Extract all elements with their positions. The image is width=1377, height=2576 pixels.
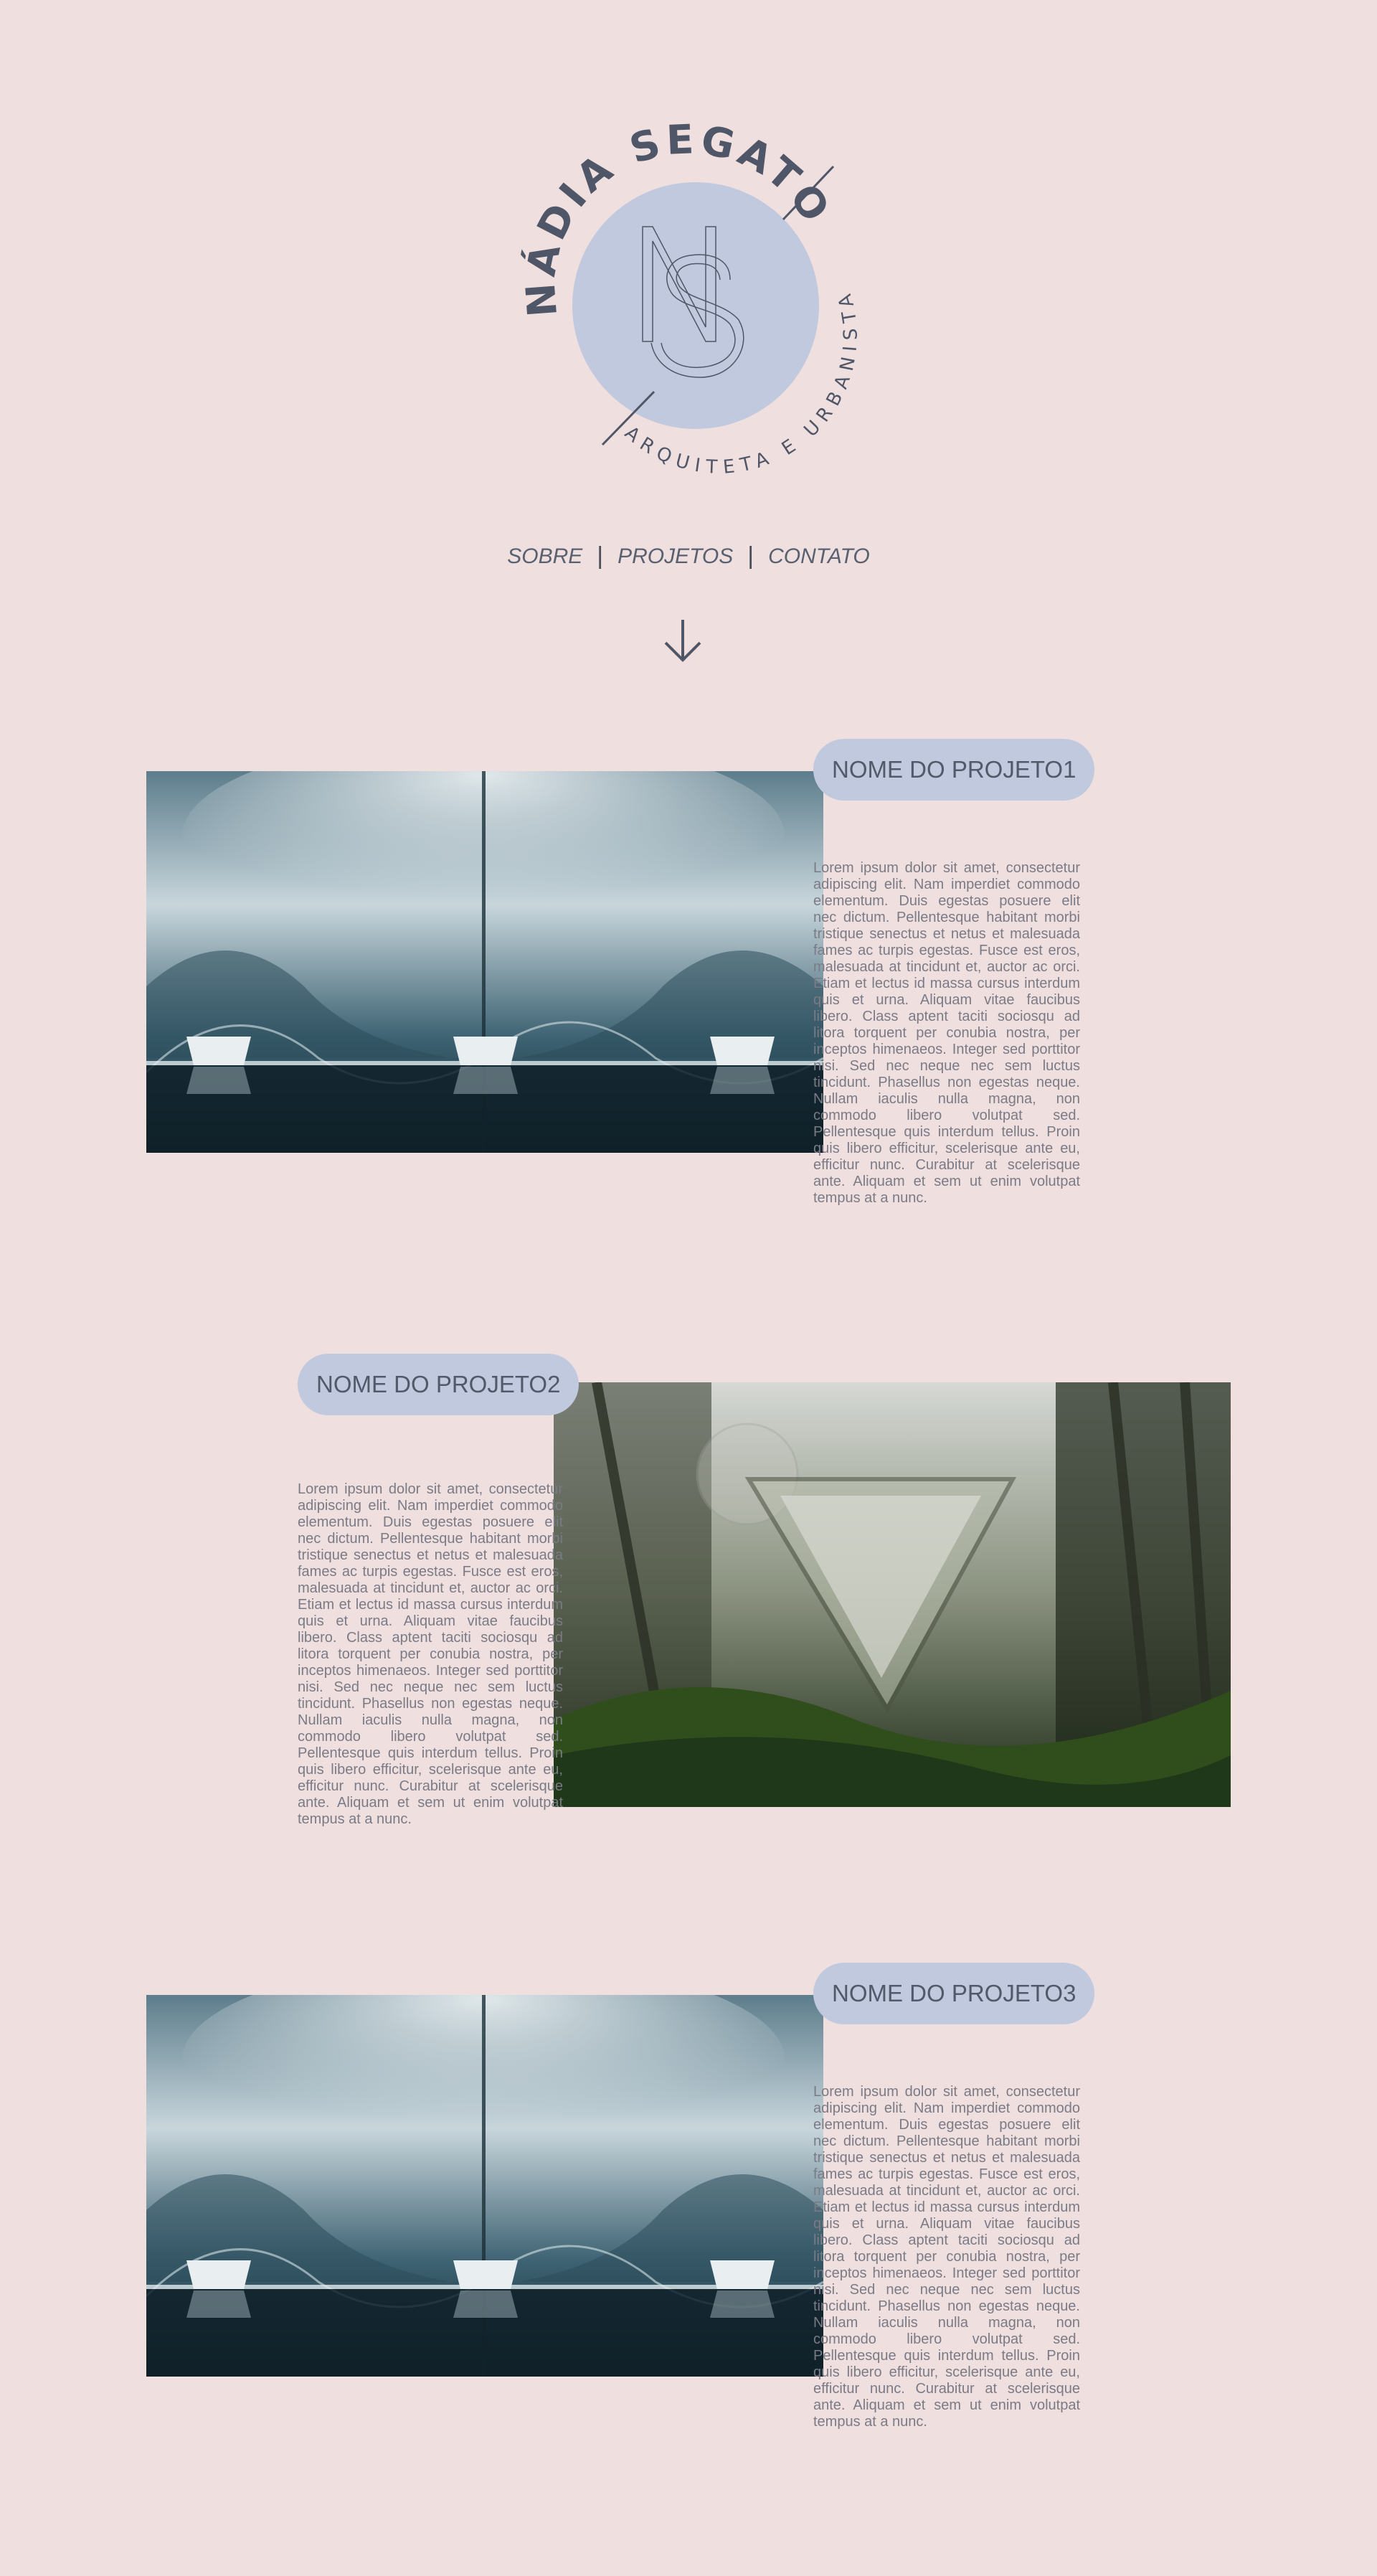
project-2-title[interactable]: NOME DO PROJETO2 <box>298 1354 579 1415</box>
nav-separator: | <box>747 542 754 570</box>
project-1-description: Lorem ipsum dolor sit amet, consectetur … <box>813 860 1080 1206</box>
project-3-image[interactable] <box>146 1995 823 2377</box>
nav-link-projetos[interactable]: PROJETOS <box>617 544 733 569</box>
brand-logo-graphic: NÁDIA SEGATO ARQUITETA E URBANISTA <box>517 116 856 478</box>
nav-link-contato[interactable]: CONTATO <box>768 544 870 569</box>
nav-separator: | <box>597 542 604 570</box>
project-1-image[interactable] <box>146 771 823 1153</box>
vault-photo <box>146 771 823 1153</box>
vault-photo <box>146 1995 823 2377</box>
nav-link-sobre[interactable]: SOBRE <box>507 544 582 569</box>
brand-logo[interactable]: NÁDIA SEGATO ARQUITETA E URBANISTA <box>502 115 875 488</box>
page: NÁDIA SEGATO ARQUITETA E URBANISTA SOBRE… <box>0 0 1377 2576</box>
project-3-description: Lorem ipsum dolor sit amet, consectetur … <box>813 2084 1080 2430</box>
arrow-down-icon[interactable] <box>661 617 704 664</box>
project-3-title[interactable]: NOME DO PROJETO3 <box>813 1963 1095 2024</box>
project-2-image[interactable] <box>554 1382 1231 1807</box>
logo-circle <box>572 182 819 429</box>
project-1-title[interactable]: NOME DO PROJETO1 <box>813 739 1095 801</box>
forest-photo <box>554 1382 1231 1807</box>
main-nav: SOBRE | PROJETOS | CONTATO <box>0 542 1377 570</box>
project-2-description: Lorem ipsum dolor sit amet, consectetur … <box>298 1481 563 1827</box>
